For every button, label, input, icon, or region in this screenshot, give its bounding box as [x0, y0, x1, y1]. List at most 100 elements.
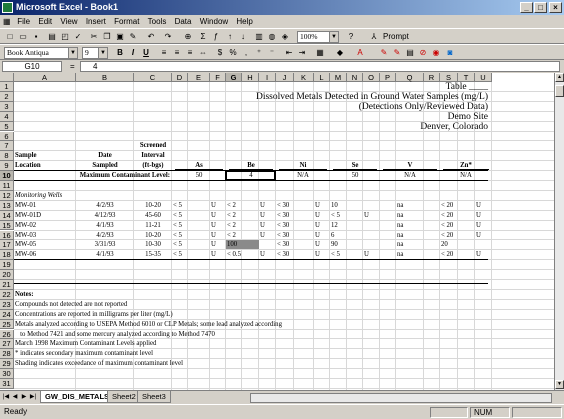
menu-tools[interactable]: Tools [145, 15, 170, 28]
column-header-g[interactable]: G [226, 73, 242, 82]
row-header-7[interactable]: 7 [0, 141, 14, 152]
doc-icon[interactable]: ▦ [0, 15, 12, 28]
increase-indent-icon[interactable]: ⇥ [296, 47, 308, 58]
globe-icon[interactable]: ◙ [444, 47, 456, 58]
acrobat-icon[interactable]: ⅄ [368, 31, 380, 42]
column-header-l[interactable]: L [314, 73, 330, 82]
minimize-button[interactable]: _ [520, 2, 533, 13]
scroll-thumb[interactable] [555, 85, 564, 97]
select-all-corner[interactable] [0, 73, 14, 82]
increase-decimal-icon[interactable]: ⁺ [253, 47, 265, 58]
scroll-up-icon[interactable]: ▲ [555, 73, 564, 82]
row-header-12[interactable]: 12 [0, 190, 14, 201]
tab-sheet3[interactable]: Sheet3 [137, 391, 171, 403]
currency-icon[interactable]: $ [214, 47, 226, 58]
vertical-scrollbar[interactable]: ▲ ▼ [554, 73, 564, 390]
undo-icon[interactable]: ↶ [145, 31, 157, 42]
row-header-23[interactable]: 23 [0, 299, 14, 310]
row-header-3[interactable]: 3 [0, 101, 14, 112]
column-header-m[interactable]: M [330, 73, 347, 82]
pen-red-icon[interactable]: ✎ [378, 47, 390, 58]
formula-input[interactable]: 4 [80, 61, 560, 72]
menu-insert[interactable]: Insert [83, 15, 109, 28]
horizontal-scrollbar[interactable] [250, 393, 552, 403]
column-header-u[interactable]: U [475, 73, 492, 82]
save-icon[interactable]: ▪ [30, 31, 42, 42]
row-header-11[interactable]: 11 [0, 181, 14, 191]
column-header-r[interactable]: R [424, 73, 440, 82]
column-header-t[interactable]: T [458, 73, 475, 82]
prev-sheet-icon[interactable]: ◀ [11, 393, 19, 402]
merge-center-icon[interactable]: ⇔ [197, 47, 209, 58]
spelling-icon[interactable]: ✓ [72, 31, 84, 42]
row-header-17[interactable]: 17 [0, 240, 14, 251]
row-header-10[interactable]: 10 [0, 171, 14, 181]
row-header-5[interactable]: 5 [0, 121, 14, 132]
prompt-button[interactable]: Prompt [383, 31, 409, 42]
column-header-b[interactable]: B [76, 73, 134, 82]
table-icon[interactable]: ▤ [404, 47, 416, 58]
column-header-k[interactable]: K [294, 73, 314, 82]
bold-button[interactable]: B [114, 47, 126, 58]
redo-icon[interactable]: ↷ [162, 31, 174, 42]
chart-wizard-icon[interactable]: ▥ [253, 31, 265, 42]
sort-ascending-icon[interactable]: ↑ [224, 31, 236, 42]
column-header-n[interactable]: N [347, 73, 363, 82]
excel-app-icon[interactable] [2, 2, 13, 13]
last-sheet-icon[interactable]: ▶| [29, 393, 37, 402]
font-color-icon[interactable]: A [354, 47, 366, 58]
chevron-down-icon[interactable]: ▼ [68, 48, 77, 58]
row-header-15[interactable]: 15 [0, 220, 14, 231]
map-icon[interactable]: ◍ [266, 31, 278, 42]
column-header-h[interactable]: H [242, 73, 259, 82]
column-header-e[interactable]: E [188, 73, 210, 82]
fill-color-icon[interactable]: ◆ [334, 47, 346, 58]
comma-icon[interactable]: , [240, 47, 252, 58]
hyperlink-icon[interactable]: ⊕ [182, 31, 194, 42]
column-header-q[interactable]: Q [396, 73, 424, 82]
row-header-14[interactable]: 14 [0, 210, 14, 221]
print-preview-icon[interactable]: ◰ [59, 31, 71, 42]
row-header-20[interactable]: 20 [0, 270, 14, 280]
new-icon[interactable]: □ [4, 31, 16, 42]
copy-icon[interactable]: ❐ [101, 31, 113, 42]
menu-window[interactable]: Window [197, 15, 231, 28]
decrease-decimal-icon[interactable]: ⁻ [266, 47, 278, 58]
align-center-icon[interactable]: ≡ [171, 47, 183, 58]
menu-help[interactable]: Help [233, 15, 255, 28]
row-header-6[interactable]: 6 [0, 131, 14, 142]
column-header-i[interactable]: I [259, 73, 276, 82]
zoom-select[interactable]: 100% ▼ [297, 31, 339, 43]
row-header-16[interactable]: 16 [0, 230, 14, 241]
row-header-27[interactable]: 27 [0, 339, 14, 350]
column-header-d[interactable]: D [172, 73, 188, 82]
font-size-select[interactable]: 9 ▼ [82, 47, 108, 59]
row-header-8[interactable]: 8 [0, 151, 14, 162]
autosum-icon[interactable]: Σ [197, 31, 209, 42]
paste-icon[interactable]: ▣ [114, 31, 126, 42]
align-right-icon[interactable]: ≡ [184, 47, 196, 58]
menu-file[interactable]: File [14, 15, 33, 28]
row-header-26[interactable]: 26 [0, 329, 14, 340]
row-header-18[interactable]: 18 [0, 250, 14, 261]
first-sheet-icon[interactable]: |◀ [2, 393, 10, 402]
row-header-13[interactable]: 13 [0, 200, 14, 211]
print-icon[interactable]: ▤ [46, 31, 58, 42]
row-header-1[interactable]: 1 [0, 82, 14, 92]
chevron-down-icon[interactable]: ▼ [329, 32, 338, 42]
tab-sheet2[interactable]: Sheet2 [107, 391, 141, 403]
column-header-a[interactable]: A [14, 73, 76, 82]
next-sheet-icon[interactable]: ▶ [20, 393, 28, 402]
column-header-o[interactable]: O [363, 73, 380, 82]
menu-format[interactable]: Format [111, 15, 142, 28]
worksheet-grid[interactable]: A B C D E F G H I J K L M N O P Q R S T U 1 2 3 4 5 6 7 8 9 10 11 12 13 14… [0, 73, 554, 390]
borders-icon[interactable]: ▦ [314, 47, 326, 58]
column-header-c[interactable]: C [134, 73, 172, 82]
row-header-22[interactable]: 22 [0, 289, 14, 300]
maximize-button[interactable]: □ [534, 2, 547, 13]
row-header-31[interactable]: 31 [0, 379, 14, 389]
pen-alt-icon[interactable]: ✎ [391, 47, 403, 58]
row-header-9[interactable]: 9 [0, 161, 14, 172]
scroll-down-icon[interactable]: ▼ [555, 380, 564, 389]
drawing-icon[interactable]: ◈ [279, 31, 291, 42]
